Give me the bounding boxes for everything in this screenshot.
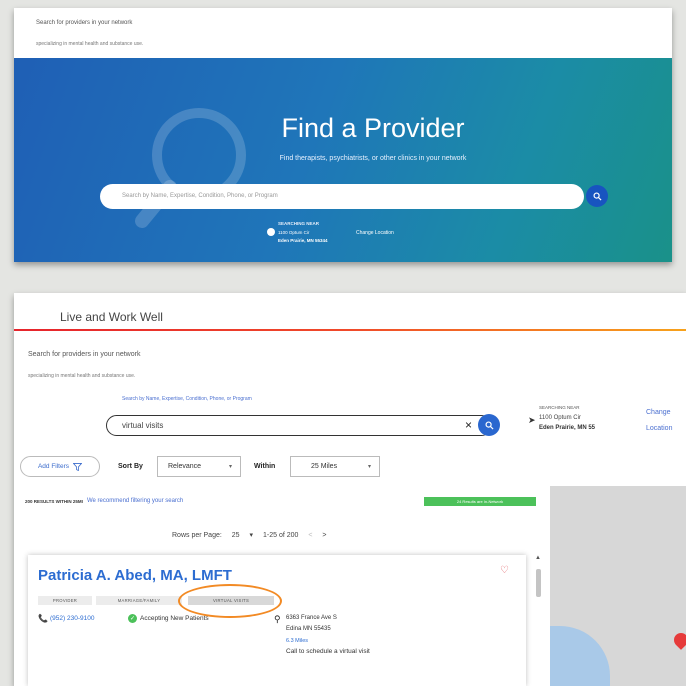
location-pin-icon [267, 228, 275, 236]
page-range: 1-25 of 200 [262, 532, 299, 539]
sort-select[interactable]: Relevance ▾ [157, 456, 241, 477]
searching-near-label: SEARCHING NEAR [278, 221, 320, 226]
filter-recommendation-link[interactable]: We recommend filtering your search [25, 496, 285, 506]
brand-divider [14, 329, 686, 331]
add-filters-label: Add Filters [37, 463, 70, 470]
search-value: virtual visits [122, 421, 164, 430]
change-location-line2: Location [646, 425, 673, 432]
page-subtitle: Find therapists, psychiatrists, or other… [279, 155, 467, 162]
intro-subtext: specializing in mental health and substa… [36, 41, 144, 47]
pagination: Rows per Page: 25 ▾ 1-25 of 200 < > [172, 531, 335, 539]
check-icon: ✓ [128, 614, 137, 623]
brand-logo-text[interactable]: Live and Work Well [60, 310, 163, 324]
phone-icon: 📞 [38, 614, 48, 623]
scroll-up-icon[interactable]: ▲ [535, 555, 541, 561]
provider-tag: PROVIDER [38, 596, 92, 605]
rows-per-page-value: 25 [231, 532, 240, 539]
provider-search-input[interactable]: virtual visits × [106, 415, 492, 436]
clear-icon[interactable]: × [465, 418, 472, 432]
highlight-circle [178, 584, 282, 618]
sort-by-label: Sort By [118, 463, 143, 470]
search-placeholder: Search by Name, Expertise, Condition, Ph… [122, 193, 278, 199]
provider-distance-link[interactable]: 6.3 Miles [286, 638, 308, 644]
search-button[interactable] [586, 185, 608, 207]
find-provider-screenshot: Search for providers in your network spe… [14, 8, 672, 262]
hero-banner: Find a Provider Find therapists, psychia… [14, 58, 672, 262]
rows-per-page-label: Rows per Page: [172, 532, 222, 539]
search-results-screenshot: Live and Work Well Search for providers … [14, 293, 686, 686]
search-icon [484, 420, 494, 430]
rows-per-page-select[interactable]: 25 ▾ [232, 532, 253, 539]
results-map[interactable] [550, 486, 686, 686]
favorite-heart-icon[interactable]: ♡ [500, 565, 509, 576]
page-title: Find a Provider [281, 113, 465, 143]
provider-search-input[interactable]: Search by Name, Expertise, Condition, Ph… [100, 184, 584, 209]
location-address: 1100 Optum Cir [539, 415, 581, 421]
searching-near-label: SEARCHING NEAR [539, 405, 580, 410]
intro-text: Search for providers in your network [36, 20, 133, 26]
scroll-thumb[interactable] [536, 569, 541, 597]
intro-subtext: specializing in mental health and substa… [28, 373, 136, 379]
intro-text: Search for providers in your network [28, 351, 141, 358]
change-location-link[interactable]: Change Location [356, 230, 394, 236]
chevron-down-icon: ▾ [367, 464, 371, 470]
map-water [550, 626, 610, 686]
distance-value: 25 Miles [311, 463, 338, 470]
within-label: Within [254, 463, 276, 470]
provider-address-city: Edina MN 55435 [286, 626, 331, 632]
virtual-visit-note: Call to schedule a virtual visit [286, 648, 370, 655]
location-city: Eden Prairie, MN 55 [539, 425, 596, 431]
next-page-button[interactable]: > [322, 532, 326, 539]
distance-select[interactable]: 25 Miles ▾ [290, 456, 380, 477]
change-location-link[interactable]: Change Location [646, 405, 686, 437]
filter-icon [73, 462, 83, 471]
prev-page-button[interactable]: < [308, 532, 312, 539]
phone-link[interactable]: (952) 230-9100 [50, 615, 94, 622]
change-location-line1: Change [646, 409, 671, 416]
specialty-tag: MARRIAGE/FAMILY [96, 596, 182, 605]
map-pin-icon[interactable] [671, 630, 686, 650]
in-network-badge[interactable]: 24 Results are In-Network [424, 497, 536, 506]
location-pin-icon: ⚲ [274, 614, 281, 624]
chevron-down-icon: ▾ [228, 464, 232, 470]
search-hint: Search by Name, Expertise, Condition, Ph… [122, 396, 252, 402]
location-arrow-icon: ➤ [528, 415, 536, 425]
location-address: 1100 Optum Cir [278, 230, 310, 235]
search-button[interactable] [478, 414, 500, 436]
provider-name-link[interactable]: Patricia A. Abed, MA, LMFT [38, 567, 232, 584]
sort-value: Relevance [168, 463, 202, 470]
add-filters-button[interactable]: Add Filters [20, 456, 100, 477]
search-icon [592, 191, 602, 201]
provider-address-street: 6363 France Ave S [286, 615, 337, 621]
location-city: Eden Prairie, MN 55344 [278, 238, 328, 243]
results-scrollbar[interactable]: ▲ [535, 555, 542, 686]
accepting-patients-status: Accepting New Patients [140, 615, 209, 622]
provider-card[interactable]: Patricia A. Abed, MA, LMFT ♡ PROVIDER MA… [28, 555, 526, 686]
